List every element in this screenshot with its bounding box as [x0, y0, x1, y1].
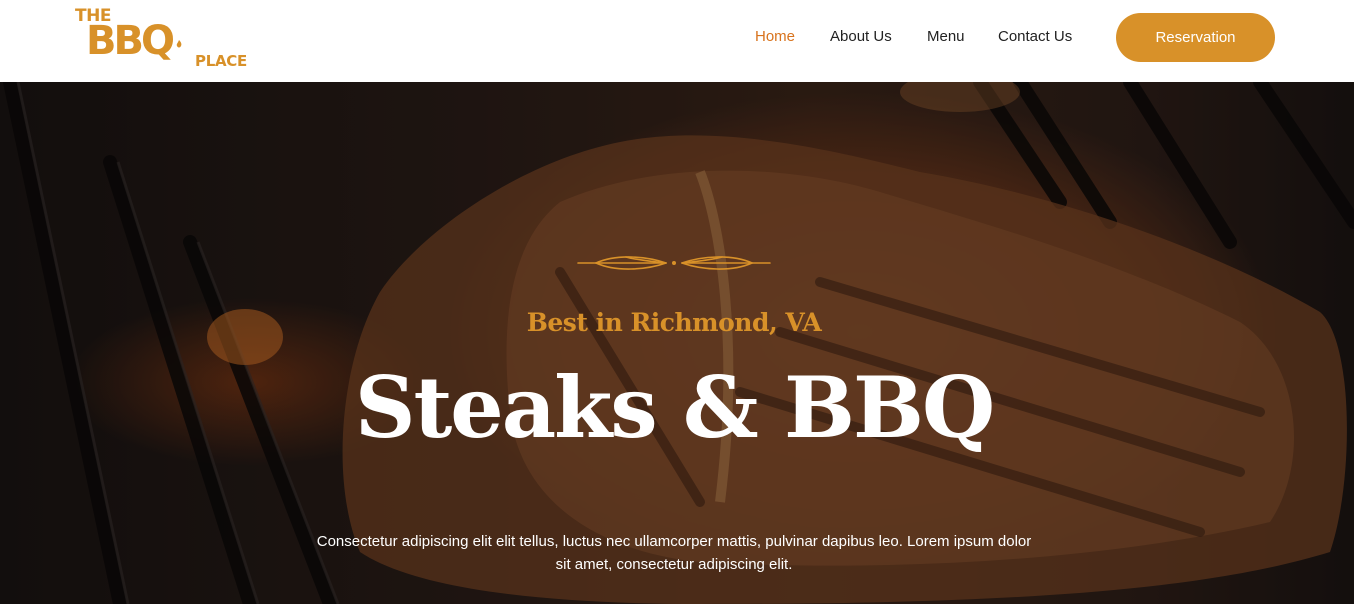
site-logo[interactable]: THE BBQ PLACE: [74, 4, 264, 70]
logo-bbq-text: BBQ: [86, 18, 175, 64]
divider-ornament-icon: [577, 256, 771, 270]
hero-headline: Steaks & BBQ: [354, 358, 995, 457]
nav-menu[interactable]: Menu: [927, 28, 965, 45]
flame-icon: [173, 30, 186, 50]
nav-home[interactable]: Home: [755, 28, 795, 45]
hero-tagline: Best in Richmond, VA: [526, 308, 822, 337]
logo-place-text: PLACE: [195, 52, 247, 70]
hero-section: Best in Richmond, VA Steaks & BBQ Consec…: [0, 82, 1354, 604]
reservation-button[interactable]: Reservation: [1116, 13, 1275, 62]
hero-description: Consectetur adipiscing elit elit tellus,…: [316, 533, 1032, 573]
nav-contact-us[interactable]: Contact Us: [998, 28, 1072, 45]
nav-about-us[interactable]: About Us: [830, 28, 892, 45]
hero-overlay: [0, 82, 1354, 604]
site-header: THE BBQ PLACE Home About Us Menu Contact…: [0, 0, 1354, 82]
